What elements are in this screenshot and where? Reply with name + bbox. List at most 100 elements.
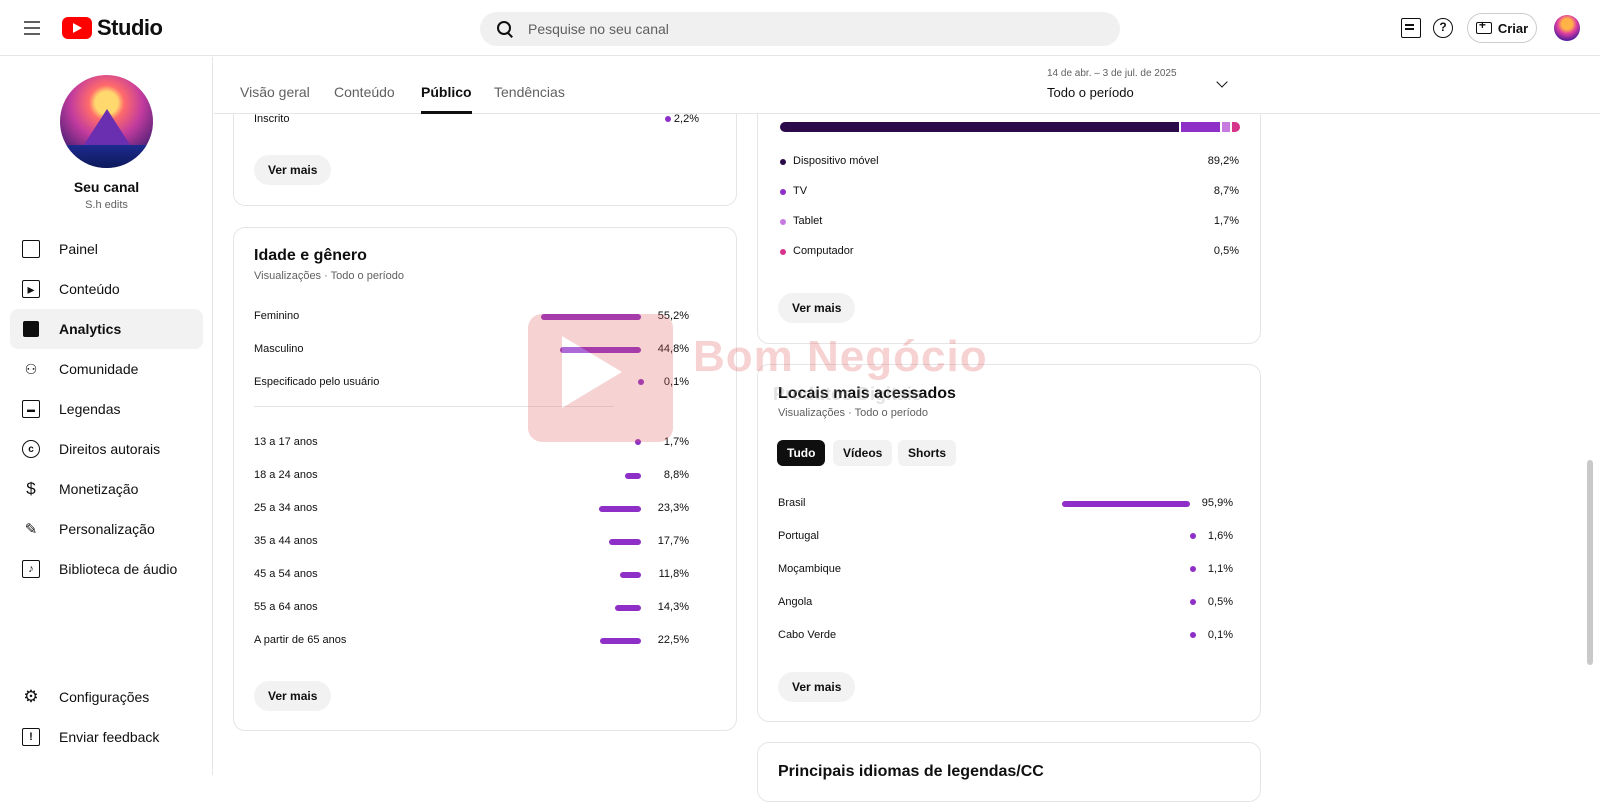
dashboard-icon [22, 240, 40, 258]
age-label: 35 a 44 anos [254, 535, 318, 547]
sidebar-item-biblioteca-de-audio[interactable]: ♪ Biblioteca de áudio [10, 549, 203, 589]
scrollbar-thumb[interactable] [1587, 460, 1593, 665]
device-value: 0,5% [1213, 245, 1239, 257]
see-more-button[interactable]: Ver mais [778, 293, 856, 323]
location-label: Moçambique [778, 563, 841, 575]
sidebar-item-conteudo[interactable]: ▸ Conteúdo [10, 269, 203, 309]
device-bar-segment [1181, 122, 1221, 132]
search-bar[interactable] [480, 12, 1120, 46]
logo-text: Studio [97, 15, 163, 40]
device-label: Tablet [793, 215, 823, 227]
subtitle-languages-card: Principais idiomas de legendas/CC [757, 742, 1261, 802]
period-selector[interactable]: 14 de abr. – 3 de jul. de 2025 Todo o pe… [1047, 68, 1177, 100]
card-title: Idade e gênero [254, 247, 367, 264]
legend-dot-tv [780, 189, 786, 195]
see-more-button[interactable]: Ver mais [254, 681, 332, 711]
location-label: Angola [778, 596, 813, 608]
help-icon[interactable]: ? [1433, 18, 1453, 38]
sidebar-item-personalizacao[interactable]: ✎ Personalização [10, 509, 203, 549]
age-bar [600, 638, 641, 644]
legend-dot-mobile [780, 159, 786, 165]
dollar-icon: $ [26, 479, 36, 498]
sidebar-item-enviar-feedback[interactable]: ! Enviar feedback [10, 717, 203, 757]
community-icon: ⚇ [24, 360, 38, 377]
location-bar [1062, 501, 1190, 507]
youtube-logo-icon [62, 17, 92, 39]
row-value: 2,2% [673, 113, 699, 125]
tab-visao-geral[interactable]: Visão geral [240, 84, 310, 100]
age-label: 13 a 17 anos [254, 436, 318, 448]
studio-logo[interactable]: Studio [62, 14, 163, 42]
age-bar [599, 506, 641, 512]
sidebar-item-label: Direitos autorais [59, 441, 161, 457]
sidebar-item-analytics[interactable]: Analytics [10, 309, 203, 349]
sidebar-item-legendas[interactable]: ▬ Legendas [10, 389, 203, 429]
gender-bar [560, 347, 641, 353]
age-value: 23,3% [657, 502, 689, 514]
sidebar-item-configuracoes[interactable]: ⚙ Configurações [10, 677, 203, 717]
location-value: 0,5% [1207, 596, 1233, 608]
age-label: 25 a 34 anos [254, 502, 318, 514]
age-bar [609, 539, 641, 545]
sidebar-item-label: Configurações [59, 689, 150, 705]
age-value: 17,7% [657, 535, 689, 547]
sidebar-nav: Painel ▸ Conteúdo Analytics ⚇ Comunidade… [10, 229, 203, 589]
location-label: Cabo Verde [778, 629, 837, 641]
feedback-top-icon[interactable] [1401, 18, 1421, 38]
device-label: Dispositivo móvel [793, 155, 879, 167]
chip-tudo[interactable]: Tudo [777, 440, 826, 466]
sidebar-item-label: Painel [59, 241, 98, 257]
sidebar-item-comunidade[interactable]: ⚇ Comunidade [10, 349, 203, 389]
legend-dot-tablet [780, 219, 786, 225]
sidebar-item-label: Personalização [59, 521, 155, 537]
age-value: 11,8% [658, 568, 689, 580]
sidebar-item-painel[interactable]: Painel [10, 229, 203, 269]
card-title: Principais idiomas de legendas/CC [778, 763, 1044, 780]
gender-bar [541, 314, 641, 320]
location-value: 1,1% [1207, 563, 1233, 575]
account-avatar[interactable] [1554, 15, 1580, 41]
sidebar-item-label: Biblioteca de áudio [59, 561, 178, 577]
tab-tendencias[interactable]: Tendências [494, 84, 565, 100]
sidebar-item-direitos-autorais[interactable]: c Direitos autorais [10, 429, 203, 469]
create-button[interactable]: Criar [1467, 13, 1537, 43]
chip-shorts[interactable]: Shorts [898, 440, 957, 466]
chip-videos[interactable]: Vídeos [833, 440, 893, 466]
sidebar: Seu canal S.h edits Painel ▸ Conteúdo An… [0, 57, 213, 775]
see-more-button[interactable]: Ver mais [778, 672, 856, 702]
device-value: 8,7% [1213, 185, 1239, 197]
age-value: 14,3% [657, 601, 689, 613]
device-label: Computador [793, 245, 854, 257]
location-label: Portugal [778, 530, 819, 542]
sidebar-item-monetizacao[interactable]: $ Monetização [10, 469, 203, 509]
subtitles-icon: ▬ [22, 400, 40, 418]
magic-wand-icon: ✎ [24, 521, 38, 538]
gender-value: 55,2% [657, 310, 689, 322]
channel-avatar[interactable] [60, 75, 153, 168]
device-bar-segment [780, 122, 1180, 132]
device-value: 89,2% [1207, 155, 1239, 167]
age-label: 18 a 24 anos [254, 469, 318, 481]
search-icon[interactable] [496, 20, 514, 38]
age-value: 22,5% [657, 634, 689, 646]
row-label: Inscrito [254, 113, 290, 125]
analytics-icon [22, 320, 40, 338]
device-stacked-bar [780, 122, 1240, 132]
search-input[interactable] [528, 21, 1088, 37]
see-more-button[interactable]: Ver mais [254, 155, 332, 185]
channel-name: Seu canal [73, 179, 140, 195]
age-bar [620, 572, 641, 578]
legend-dot-computer [780, 249, 786, 255]
sidebar-item-label: Enviar feedback [59, 729, 160, 745]
period-range: 14 de abr. – 3 de jul. de 2025 [1047, 68, 1177, 79]
gender-label: Feminino [254, 310, 300, 322]
period-label: Todo o período [1047, 85, 1134, 100]
card-subtitle: Visualizações · Todo o período [778, 407, 929, 419]
copyright-icon: c [22, 440, 40, 458]
age-gender-card: Idade e gênero Visualizações · Todo o pe… [233, 227, 737, 731]
tab-publico[interactable]: Público [421, 84, 472, 114]
hamburger-menu-icon[interactable] [20, 16, 44, 40]
location-value: 1,6% [1207, 530, 1233, 542]
location-value: 0,1% [1207, 629, 1233, 641]
tab-conteudo[interactable]: Conteúdo [334, 84, 395, 100]
